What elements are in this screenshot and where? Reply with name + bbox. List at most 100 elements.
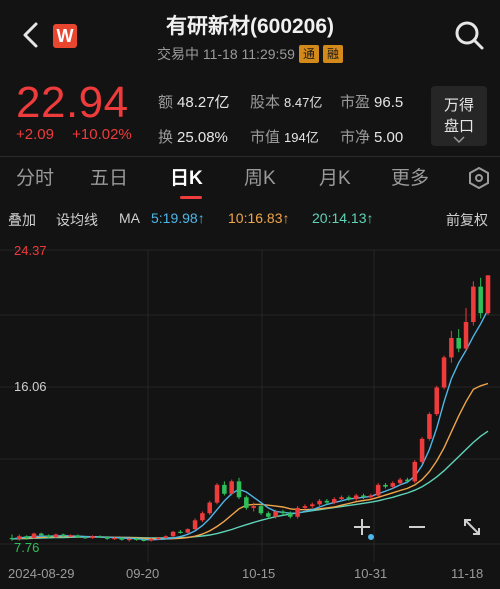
orderbook-label-2: 盘口 [443,118,474,135]
adjust-button[interactable]: 前复权 [446,210,488,230]
y-axis-labels: 24.37 16.06 7.76 [14,243,47,555]
candle-body [397,479,403,484]
ma-lines [11,309,489,541]
search-button[interactable] [452,18,486,52]
ma5-value: 5:19.98↑ [151,210,205,226]
minus-icon [409,526,425,528]
stat-pb: 市净 5.00 [340,129,404,146]
candle-body [331,499,337,503]
settings-icon[interactable] [468,167,490,189]
candle-body [485,275,491,314]
y-min-label: 7.76 [14,540,39,555]
candle-body [302,506,308,508]
y-max-label: 24.37 [14,243,47,258]
candle-body [273,511,278,517]
x-label-1: 2024-08-29 [8,566,75,581]
divider [0,156,500,157]
candle-body [427,414,432,439]
candle-body [178,531,183,533]
candle-body [463,322,469,349]
ma10-value: 10:16.83↑ [228,210,290,226]
candle-body [119,537,125,540]
tab-weekly-k[interactable]: 周K [244,163,276,190]
candle-body [9,537,15,540]
x-label-5: 11-18 [451,566,484,581]
tab-five-day[interactable]: 五日 [90,163,128,190]
candle-body [449,337,454,358]
search-icon [455,21,484,50]
candle-body [244,497,249,508]
candle-body [39,533,44,536]
candle-body [185,529,191,533]
ma20-value: 20:14.13↑ [312,210,374,226]
candle-body [324,500,330,503]
candle-body [134,538,139,541]
candle-body [192,520,198,530]
candle-body [346,497,352,500]
candle-body [104,537,110,539]
candle-body [148,538,154,541]
stat-shares: 股本 8.47亿 [250,94,323,111]
trading-status: 交易中 11-18 11:29:59 通 融 [0,44,500,64]
candle-body [82,537,88,539]
candle-body [390,483,396,487]
overlay-button[interactable]: 叠加 [8,210,36,230]
tab-intraday[interactable]: 分时 [16,163,54,190]
stat-turnover-rate: 换 25.08% [158,129,228,146]
candle-body [456,337,461,349]
candle-body [112,537,117,540]
candle-body [68,535,73,537]
candle-body [353,495,359,500]
kline-chart[interactable]: 24.37 16.06 7.76 [0,232,500,562]
orderbook-label-1: 万得 [443,97,474,114]
period-tabs: 分时 五日 日K 周K 月K 更多 [0,163,500,199]
candle-body [383,484,388,487]
candle-body [441,357,447,388]
candle-body [53,534,59,538]
set-ma-button[interactable]: 设均线 [56,210,98,230]
fullscreen-button[interactable] [459,514,485,540]
candle-body [361,495,366,498]
tag-tong: 通 [298,45,319,63]
candle-body [126,538,132,541]
tag-rong: 融 [323,45,344,63]
ma-label: MA [119,210,140,226]
stat-pe: 市盈 96.5 [340,94,404,111]
wind-orderbook-button[interactable]: 万得 盘口 [431,86,487,146]
tab-daily-k[interactable]: 日K [170,163,203,190]
candle-body [295,507,300,517]
change-percent: +10.02% [72,126,132,143]
tab-more[interactable]: 更多 [391,163,429,190]
candle-body [24,536,29,538]
candle-body [368,495,374,498]
candle-body [46,535,51,538]
candle-body [280,511,286,514]
candle-body [375,484,381,496]
candle-body [60,534,66,537]
candle-body [309,504,315,507]
candle-body [90,536,95,538]
x-label-3: 10-15 [242,566,276,581]
candle-body [156,537,161,540]
tab-monthly-k[interactable]: 月K [319,163,351,190]
candle-body [163,536,169,538]
candle-body [200,513,205,521]
candle-body [170,531,176,537]
candle-body [405,479,410,482]
candle-body [434,387,440,415]
active-tab-indicator [180,196,202,199]
zoom-out-button[interactable] [404,514,430,540]
change-amount: +2.09 [16,126,54,143]
expand-icon [464,519,480,535]
candle-body [251,506,256,508]
stock-title: 有研新材(600206) [165,15,335,38]
candle-body [258,506,264,514]
candle-body [214,484,220,503]
candle-body [412,461,418,482]
candle-body [207,502,212,514]
stat-turnover-amount: 额 48.27亿 [158,94,230,111]
candle-body [317,500,322,505]
candle-body [266,513,271,517]
candle-body [229,481,234,494]
candle-body [236,481,242,498]
